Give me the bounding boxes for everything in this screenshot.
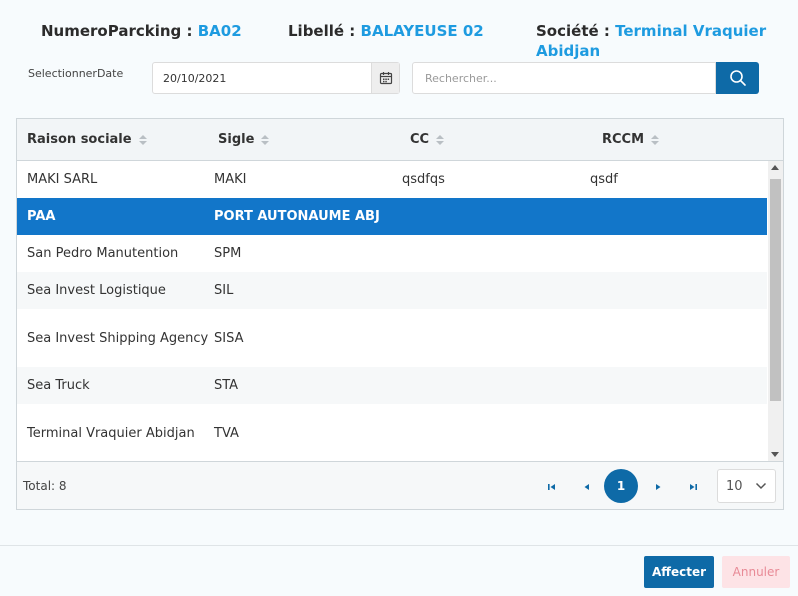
column-header-rccm[interactable]: RCCM — [602, 132, 660, 147]
cell-cc — [402, 367, 582, 404]
scroll-down-icon[interactable] — [771, 452, 779, 457]
cell-raison-sociale: Sea Truck — [27, 378, 90, 393]
scroll-up-icon[interactable] — [771, 165, 779, 170]
societe-grid: Raison sociale Sigle CC RCCM MAKI SARL M… — [16, 118, 784, 510]
first-page-icon — [548, 484, 555, 490]
grid-footer: Total: 8 1 10 — [17, 461, 783, 509]
sort-icon — [651, 134, 660, 145]
numero-parcking-value: BA02 — [197, 22, 242, 40]
cell-raison-sociale: San Pedro Manutention — [27, 246, 179, 261]
search-icon — [729, 70, 746, 86]
divider — [0, 545, 798, 546]
cell-cc — [402, 198, 582, 235]
last-page-icon — [690, 484, 697, 490]
calendar-button[interactable] — [371, 63, 399, 93]
page-size-select[interactable]: 10 — [717, 469, 776, 503]
numero-parcking-label: NumeroParcking : — [41, 22, 193, 40]
societe-label: Société : — [536, 22, 610, 40]
table-row[interactable]: Terminal Vraquier Abidjan TVA — [17, 404, 767, 461]
table-row[interactable]: Sea Truck STA — [17, 367, 767, 404]
sort-icon — [138, 134, 147, 145]
page-number-current[interactable]: 1 — [604, 469, 638, 503]
table-row-selected[interactable]: PAA PORT AUTONAUME ABJ — [17, 198, 767, 235]
column-header-raison-sociale[interactable]: Raison sociale — [27, 132, 147, 147]
cell-sigle: STA — [214, 378, 239, 393]
column-header-cc[interactable]: CC — [410, 132, 445, 147]
next-page-icon — [656, 484, 661, 490]
cell-raison-sociale: MAKI SARL — [27, 172, 98, 187]
numero-parcking: NumeroParcking : BA02 — [41, 21, 242, 41]
chevron-down-icon — [755, 482, 767, 490]
cell-sigle: SISA — [214, 330, 244, 346]
search-input[interactable] — [413, 63, 715, 93]
table-row[interactable]: Sea Invest Shipping Agency SISA — [17, 309, 767, 367]
cell-cc — [402, 309, 582, 367]
table-row[interactable]: Sea Invest Logistique SIL — [17, 272, 767, 309]
cell-raison-sociale: PAA — [27, 209, 56, 224]
table-row[interactable]: San Pedro Manutention SPM — [17, 235, 767, 272]
cell-cc — [402, 235, 582, 272]
cell-cc — [402, 272, 582, 309]
page-size-value: 10 — [726, 479, 743, 494]
column-header-label: RCCM — [602, 132, 645, 147]
scroll-thumb[interactable] — [770, 179, 781, 401]
prev-page-button[interactable] — [579, 472, 595, 502]
cell-raison-sociale: Sea Invest Logistique — [27, 283, 166, 298]
column-header-sigle[interactable]: Sigle — [218, 132, 270, 147]
sort-icon — [436, 134, 445, 145]
affecter-button[interactable]: Affecter — [644, 556, 714, 588]
cell-raison-sociale: Sea Invest Shipping Agency — [27, 330, 209, 346]
cell-sigle: MAKI — [214, 172, 247, 187]
column-header-label: CC — [410, 132, 430, 147]
column-header-label: Sigle — [218, 132, 255, 147]
next-page-button[interactable] — [650, 472, 666, 502]
cell-sigle: PORT AUTONAUME ABJ — [214, 209, 380, 224]
search-box — [412, 62, 716, 94]
vertical-scrollbar[interactable] — [768, 161, 783, 461]
cell-rccm: qsdf — [590, 172, 618, 187]
first-page-button[interactable] — [544, 472, 560, 502]
cell-rccm — [590, 235, 760, 272]
libelle-value: BALAYEUSE 02 — [360, 22, 484, 40]
cell-rccm — [590, 367, 760, 404]
last-page-button[interactable] — [685, 472, 701, 502]
grid-body: MAKI SARL MAKI qsdfqs qsdf PAA PORT AUTO… — [17, 161, 767, 461]
cell-cc — [402, 404, 582, 461]
libelle: Libellé : BALAYEUSE 02 — [288, 21, 484, 41]
cell-sigle: TVA — [214, 425, 239, 441]
cell-cc: qsdfqs — [402, 172, 445, 187]
cell-rccm — [590, 198, 760, 235]
search-button[interactable] — [716, 62, 759, 94]
libelle-label: Libellé : — [288, 22, 356, 40]
column-header-label: Raison sociale — [27, 132, 132, 147]
grid-header: Raison sociale Sigle CC RCCM — [17, 119, 783, 161]
total-count: Total: 8 — [23, 479, 67, 493]
cell-rccm — [590, 309, 760, 367]
cell-rccm — [590, 404, 760, 461]
date-input[interactable] — [153, 63, 367, 93]
cell-sigle: SPM — [214, 246, 242, 261]
prev-page-icon — [584, 484, 589, 490]
cell-raison-sociale: Terminal Vraquier Abidjan — [27, 425, 195, 441]
sort-icon — [261, 134, 270, 145]
annuler-button[interactable]: Annuler — [722, 556, 790, 588]
calendar-icon — [379, 72, 392, 85]
cell-rccm — [590, 272, 760, 309]
table-row[interactable]: MAKI SARL MAKI qsdfqs qsdf — [17, 161, 767, 198]
date-label: SelectionnerDate — [28, 67, 124, 80]
date-picker — [152, 62, 400, 94]
societe: Société : Terminal Vraquier Abidjan — [536, 21, 786, 61]
cell-sigle: SIL — [214, 283, 234, 298]
